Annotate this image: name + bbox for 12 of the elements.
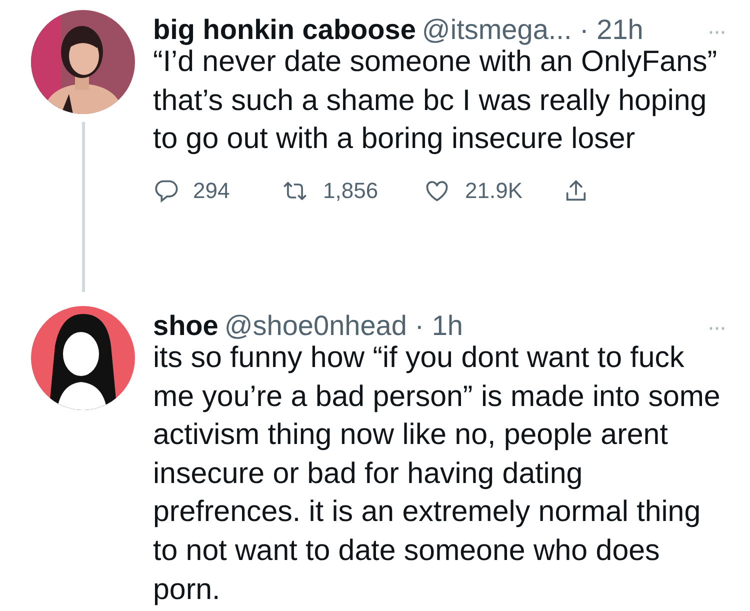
- tweet-text: “I’d never date someone with an OnlyFans” that’s such a shame bc I was really hoping to go out with a boring insecure loser: [153, 45, 718, 158]
- like-count: 21.9K: [465, 178, 522, 204]
- tweet-time: · 21h: [578, 14, 644, 46]
- user-handle[interactable]: @shoe0nhead: [224, 310, 407, 342]
- reply-icon[interactable]: [153, 178, 179, 204]
- display-name[interactable]: big honkin caboose: [153, 14, 416, 46]
- user-handle[interactable]: @itsmega...: [422, 14, 572, 46]
- display-name[interactable]: shoe: [153, 310, 218, 342]
- tweet-time: · 1h: [414, 310, 463, 342]
- retweet-count: 1,856: [323, 178, 378, 204]
- tweet-text: its so funny how “if you dont want to fuck me you’re a bad person” is made into some activism thing now like no, people arent insecure or bad for having dating prefrences. it is an extremely normal thing to not want to date someone who does porn.: [153, 340, 722, 608]
- reply-count: 294: [193, 178, 230, 204]
